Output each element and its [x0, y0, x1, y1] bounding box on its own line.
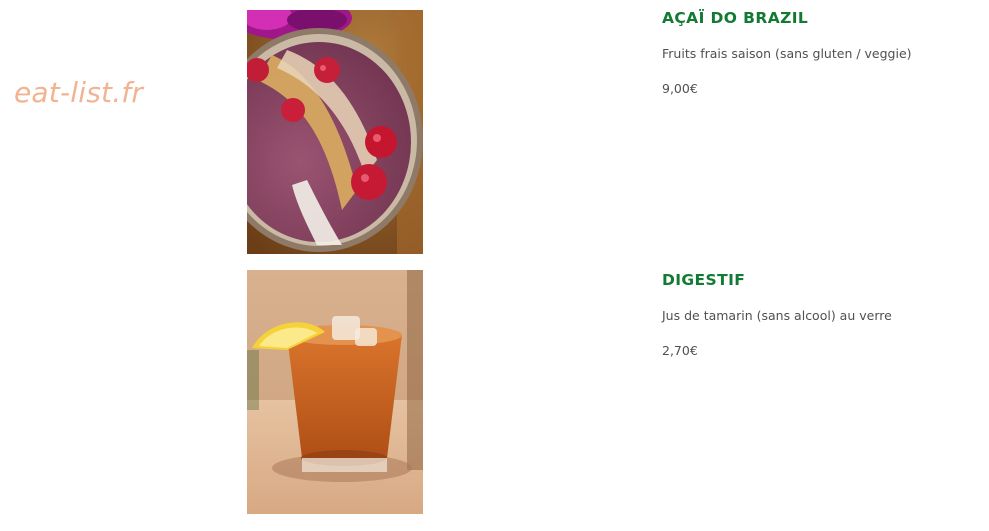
tamarind-drink-photo [247, 270, 423, 514]
menu-item: AÇAÏ DO BRAZIL Fruits frais saison (sans… [0, 8, 989, 256]
item-details: DIGESTIF Jus de tamarin (sans alcool) au… [662, 270, 982, 360]
item-description: Jus de tamarin (sans alcool) au verre [662, 308, 892, 323]
item-name: AÇAÏ DO BRAZIL [662, 9, 809, 27]
item-price: 2,70€ [662, 343, 698, 358]
acai-bowl-photo [247, 10, 423, 254]
menu-item: DIGESTIF Jus de tamarin (sans alcool) au… [0, 270, 989, 518]
item-description: Fruits frais saison (sans gluten / veggi… [662, 46, 912, 61]
item-details: AÇAÏ DO BRAZIL Fruits frais saison (sans… [662, 8, 982, 98]
item-name: DIGESTIF [662, 271, 746, 289]
item-price: 9,00€ [662, 81, 698, 96]
